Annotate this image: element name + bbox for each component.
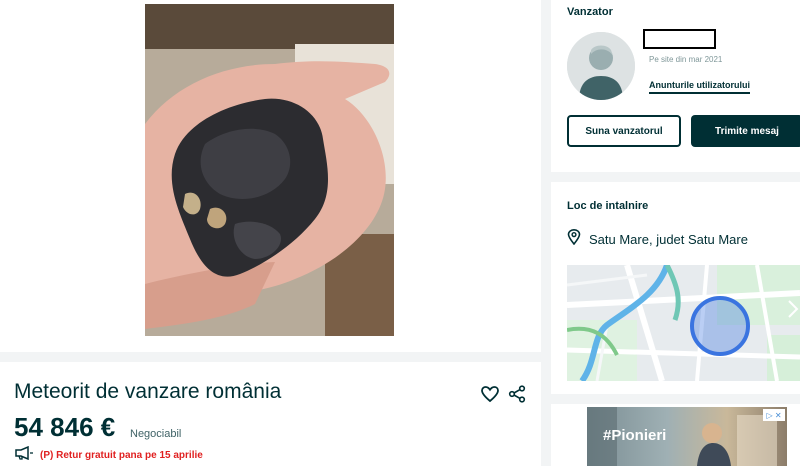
listing-title: Meteorit de vanzare românia	[14, 380, 282, 403]
seller-section-label: Vanzator	[567, 6, 613, 18]
ad-hashtag: #Pionieri	[603, 427, 667, 444]
call-seller-button[interactable]: Suna vanzatorul	[567, 115, 681, 147]
heart-icon[interactable]	[480, 384, 500, 404]
promo-text: (P) Retur gratuit pana pe 15 aprilie	[40, 450, 203, 461]
user-ads-link[interactable]: Anunturile utilizatorului	[649, 80, 750, 94]
promo-banner: (P) Retur gratuit pana pe 15 aprilie	[14, 445, 203, 465]
negotiable-label: Negociabil	[130, 428, 182, 440]
avatar	[567, 32, 635, 100]
location-panel: Loc de intalnire Satu Mare, judet Satu M…	[551, 182, 800, 394]
share-icon[interactable]	[507, 384, 527, 404]
ad-choices-badge[interactable]: ▷ ✕	[763, 409, 785, 421]
listing-price: 54 846 €	[14, 412, 116, 442]
location-address: Satu Mare, judet Satu Mare	[589, 232, 748, 247]
listing-photo[interactable]	[145, 4, 394, 336]
location-map[interactable]	[567, 265, 800, 381]
location-pin-icon	[567, 228, 581, 250]
send-message-button[interactable]: Trimite mesaj	[691, 115, 800, 147]
ad-image[interactable]: #Pionieri ▷ ✕	[587, 407, 787, 466]
seller-panel: Vanzator Pe site din mar 2021 Anunturile…	[551, 0, 800, 172]
listing-info: Meteorit de vanzare românia 54 846 € Neg…	[0, 362, 541, 466]
advertisement: #Pionieri ▷ ✕	[551, 404, 800, 466]
location-section-label: Loc de intalnire	[567, 200, 649, 212]
member-since: Pe site din mar 2021	[649, 55, 723, 64]
megaphone-icon	[14, 445, 34, 465]
gallery-panel	[0, 0, 541, 352]
seller-name-redacted	[643, 29, 716, 49]
location-row: Satu Mare, judet Satu Mare	[567, 228, 748, 250]
